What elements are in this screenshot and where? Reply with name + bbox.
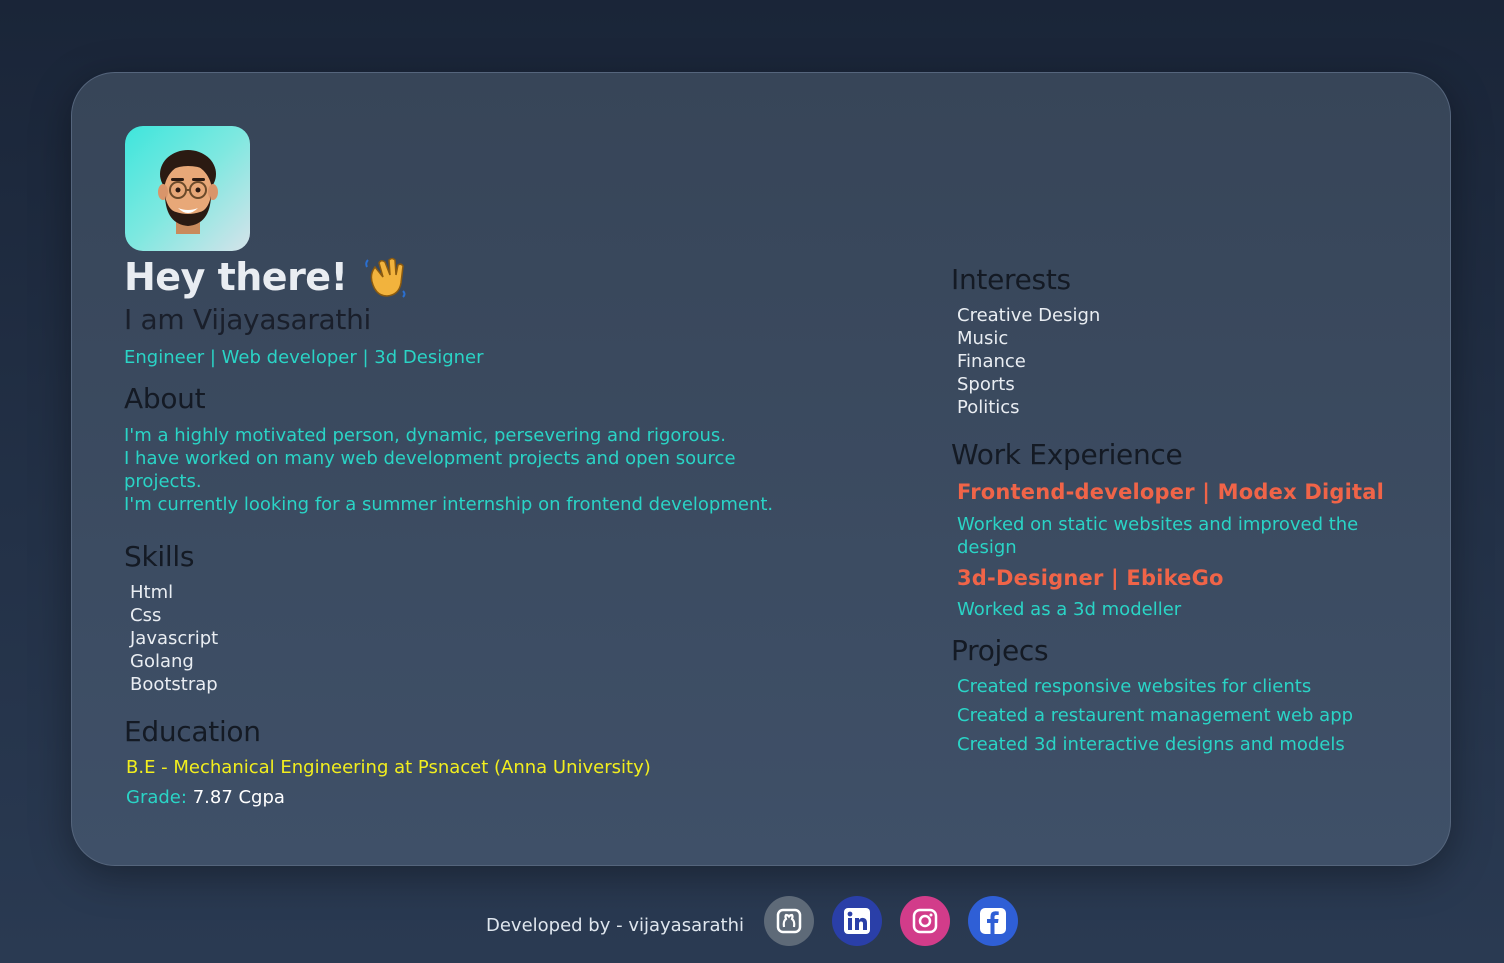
linkedin-icon — [844, 908, 870, 934]
instagram-icon — [912, 908, 938, 934]
about-line: I'm currently looking for a summer inter… — [124, 494, 774, 515]
education-heading: Education — [124, 715, 261, 748]
facebook-link[interactable] — [968, 896, 1018, 946]
job-description: Worked as a 3d modeller — [957, 599, 1182, 620]
projects-heading: Projecs — [951, 634, 1049, 667]
linkedin-link[interactable] — [832, 896, 882, 946]
interest-item: Politics — [957, 397, 1020, 418]
work-experience-heading: Work Experience — [951, 438, 1183, 471]
project-item: Created 3d interactive designs and model… — [957, 734, 1345, 755]
roles-subtitle: Engineer | Web developer | 3d Designer — [124, 347, 484, 368]
skill-item: Bootstrap — [130, 674, 218, 695]
interests-list: Creative Design Music Finance Sports Pol… — [957, 304, 1100, 419]
interests-heading: Interests — [951, 263, 1071, 296]
skills-heading: Skills — [124, 540, 195, 573]
skill-item: Golang — [130, 651, 194, 672]
education-grade: Grade: 7.87 Cgpa — [126, 787, 285, 808]
interest-item: Sports — [957, 374, 1015, 395]
about-line: I'm a highly motivated person, dynamic, … — [124, 425, 726, 446]
avatar — [125, 126, 250, 251]
name-heading: I am Vijayasarathi — [124, 303, 371, 336]
facebook-icon — [980, 908, 1006, 934]
about-text: I'm a highly motivated person, dynamic, … — [124, 424, 784, 516]
github-link[interactable] — [764, 896, 814, 946]
project-item: Created a restaurent management web app — [957, 705, 1354, 726]
interest-item: Creative Design — [957, 305, 1101, 326]
job-description: Worked on static websites and improved t… — [957, 514, 1359, 558]
footer-credit: Developed by - vijayasarathi — [485, 914, 744, 936]
about-heading: About — [124, 382, 206, 415]
interest-item: Finance — [957, 351, 1026, 372]
skill-item: Html — [130, 582, 174, 603]
skills-list: Html Css Javascript Golang Bootstrap — [130, 581, 218, 696]
footer: Developed by - vijayasarathi — [0, 896, 1504, 946]
skill-item: Javascript — [130, 628, 219, 649]
about-line: I have worked on many web development pr… — [124, 448, 736, 492]
instagram-link[interactable] — [900, 896, 950, 946]
job-title: Frontend-developer | Modex Digital — [957, 480, 1384, 504]
profile-card: Hey there! I am Vijayasarathi Engineer |… — [71, 72, 1451, 866]
waving-hand-icon — [365, 257, 406, 298]
interest-item: Music — [957, 328, 1009, 349]
grade-value: 7.87 Cgpa — [192, 787, 285, 808]
github-icon — [776, 908, 802, 934]
skill-item: Css — [130, 605, 162, 626]
grade-label: Grade: — [126, 787, 187, 808]
greeting-text: Hey there! — [124, 255, 348, 299]
job-title: 3d-Designer | EbikeGo — [957, 566, 1224, 590]
projects-list: Created responsive websites for clients … — [957, 672, 1353, 759]
project-item: Created responsive websites for clients — [957, 676, 1312, 697]
memoji-avatar-icon — [157, 149, 218, 234]
greeting-heading: Hey there! — [124, 255, 407, 299]
education-degree: B.E - Mechanical Engineering at Psnacet … — [126, 757, 651, 778]
